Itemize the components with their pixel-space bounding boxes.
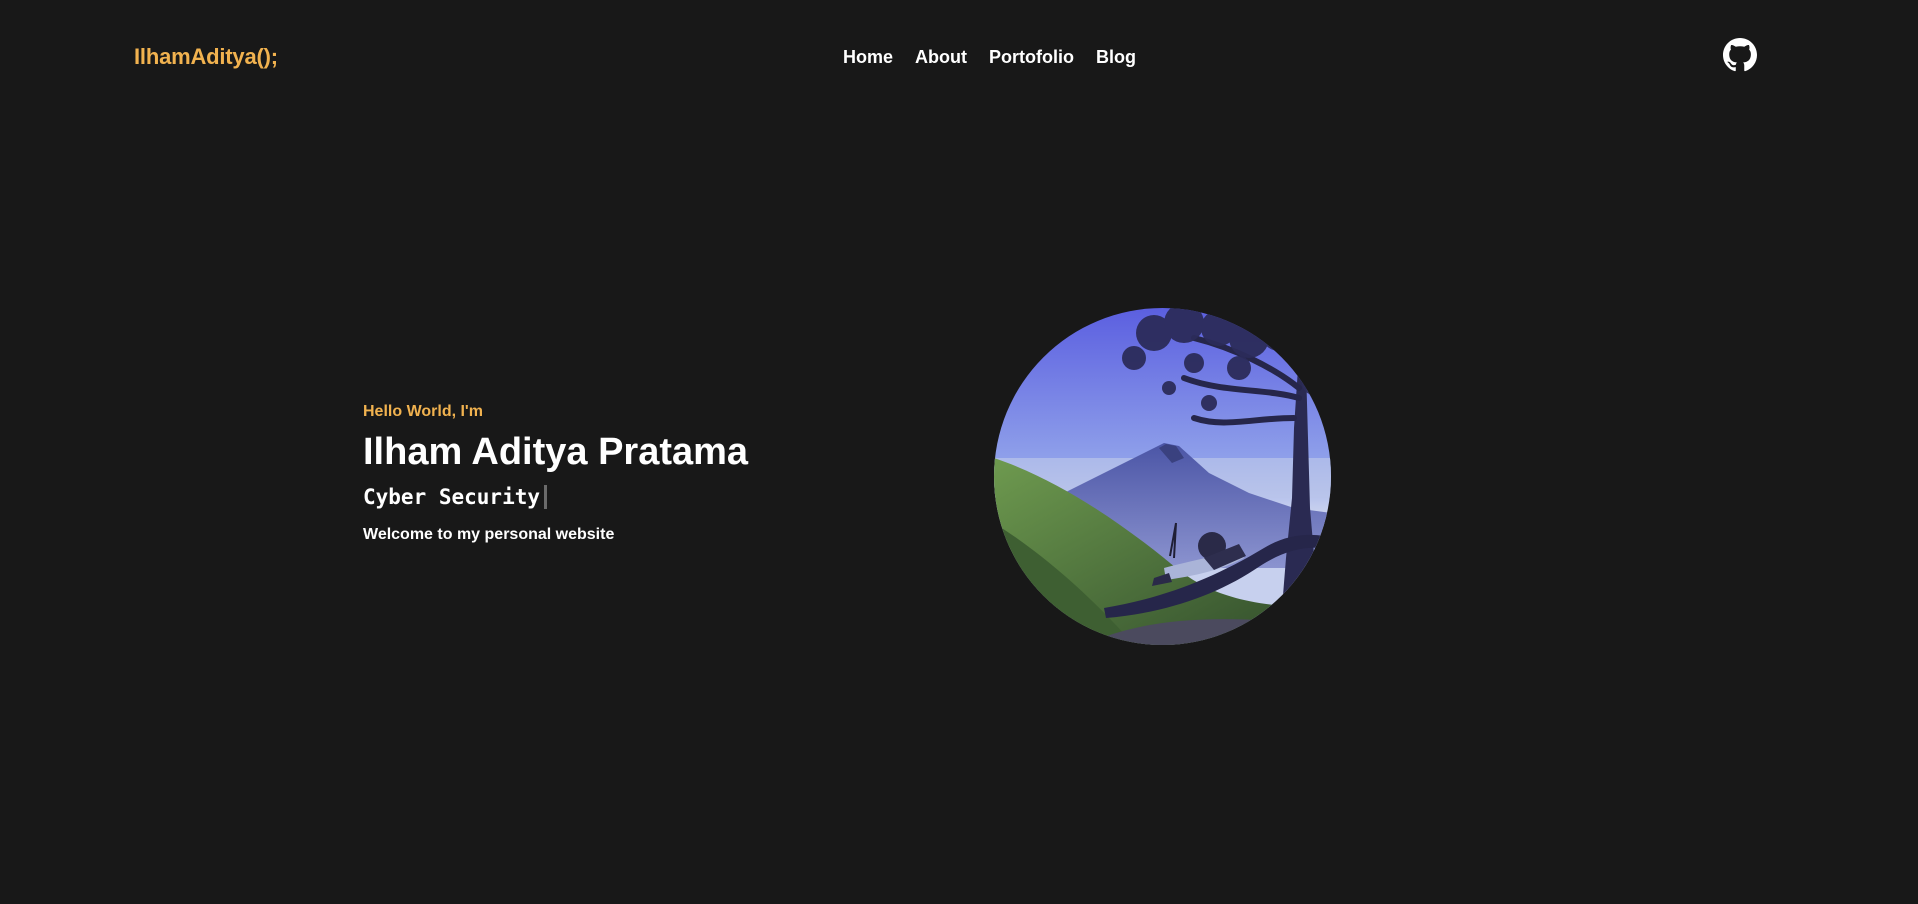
hero-welcome: Welcome to my personal website bbox=[363, 526, 615, 543]
github-link[interactable] bbox=[1723, 38, 1757, 72]
hero-role: Cyber Security bbox=[363, 485, 541, 509]
hero-name: Ilham Aditya Pratama bbox=[363, 431, 749, 473]
profile-photo bbox=[994, 308, 1331, 645]
nav-about[interactable]: About bbox=[915, 47, 967, 68]
page: IlhamAditya(); Home About Portofolio Blo… bbox=[0, 0, 1918, 904]
main-nav: Home About Portofolio Blog bbox=[843, 47, 1136, 68]
site-logo[interactable]: IlhamAditya(); bbox=[134, 44, 278, 70]
nav-home[interactable]: Home bbox=[843, 47, 893, 68]
typing-cursor bbox=[544, 485, 548, 509]
hero-intro: Hello World, I'm Ilham Aditya Pratama Cy… bbox=[363, 402, 883, 544]
nav-blog[interactable]: Blog bbox=[1096, 47, 1136, 68]
nav-portofolio[interactable]: Portofolio bbox=[989, 47, 1074, 68]
role-typing-line: Cyber Security bbox=[363, 484, 883, 510]
hero-greeting: Hello World, I'm bbox=[363, 403, 483, 420]
profile-photo-illustration bbox=[994, 308, 1331, 645]
github-icon bbox=[1723, 38, 1757, 72]
